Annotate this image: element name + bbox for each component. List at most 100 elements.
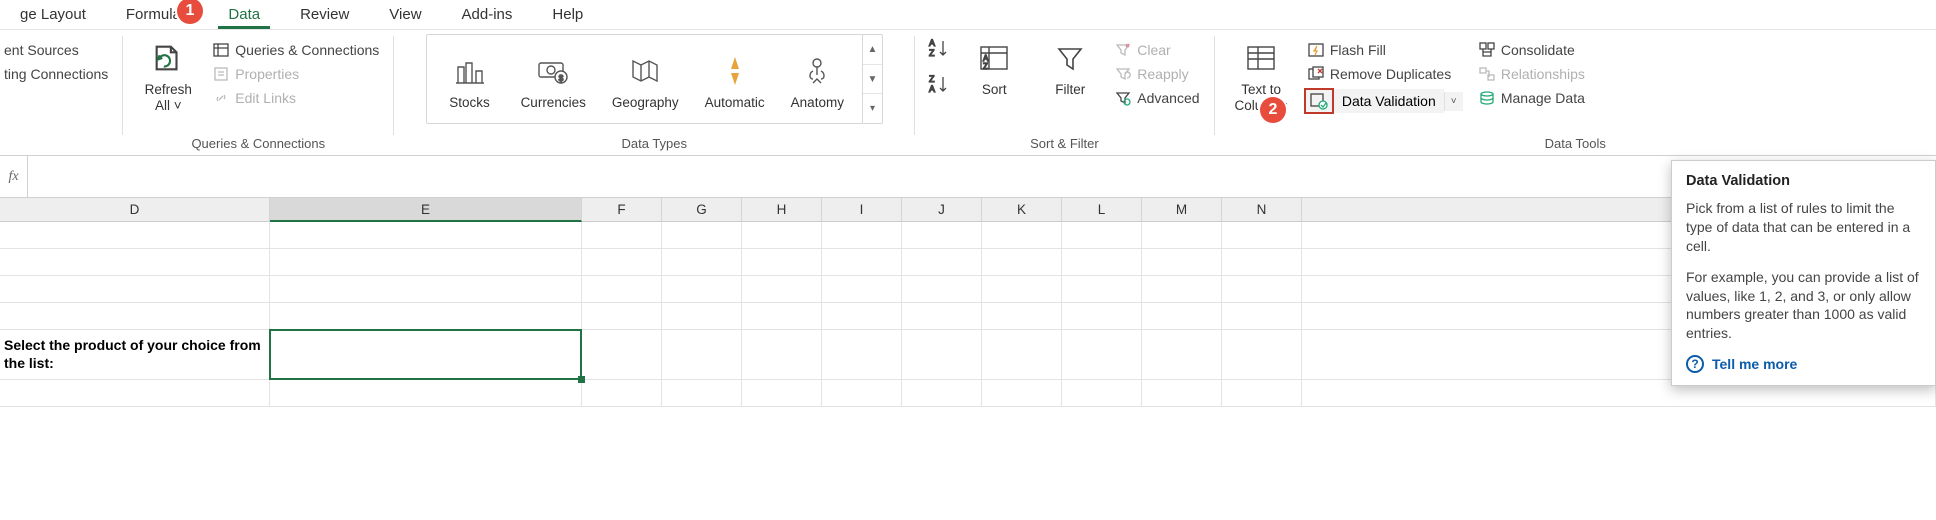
cell-K6[interactable] xyxy=(982,380,1062,407)
cell-K1[interactable] xyxy=(982,222,1062,249)
tab-help[interactable]: Help xyxy=(532,1,603,28)
sort-desc-button[interactable]: ZA xyxy=(925,70,953,98)
cell-G4[interactable] xyxy=(662,303,742,330)
column-header-N[interactable]: N xyxy=(1222,198,1302,222)
sort-button[interactable]: AZ Sort xyxy=(959,34,1029,98)
cell-N5[interactable] xyxy=(1222,330,1302,380)
cell-G5[interactable] xyxy=(662,330,742,380)
advanced-filter-button[interactable]: Advanced xyxy=(1111,88,1203,108)
fill-handle[interactable] xyxy=(578,376,585,383)
cell-E3[interactable] xyxy=(270,276,582,303)
cell-G3[interactable] xyxy=(662,276,742,303)
cell-D4[interactable] xyxy=(0,303,270,330)
data-validation-button[interactable]: Data Validation xyxy=(1334,89,1444,113)
cell-J1[interactable] xyxy=(902,222,982,249)
cell-L4[interactable] xyxy=(1062,303,1142,330)
cell-I1[interactable] xyxy=(822,222,902,249)
column-header-I[interactable]: I xyxy=(822,198,902,222)
gallery-scroll-down[interactable]: ▼ xyxy=(863,65,882,95)
cell-D5[interactable]: Select the product of your choice from t… xyxy=(0,330,270,380)
cell-M3[interactable] xyxy=(1142,276,1222,303)
cell-F6[interactable] xyxy=(582,380,662,407)
cell-F2[interactable] xyxy=(582,249,662,276)
filter-button[interactable]: Filter xyxy=(1035,34,1105,98)
cell-E4[interactable] xyxy=(270,303,582,330)
cell-J2[interactable] xyxy=(902,249,982,276)
cell-H4[interactable] xyxy=(742,303,822,330)
recent-sources-button[interactable]: ent Sources xyxy=(0,40,112,60)
datatype-geography[interactable]: Geography xyxy=(602,47,689,111)
cell-J3[interactable] xyxy=(902,276,982,303)
cell-K3[interactable] xyxy=(982,276,1062,303)
tab-addins[interactable]: Add-ins xyxy=(442,1,533,28)
cell-E2[interactable] xyxy=(270,249,582,276)
tab-data[interactable]: Data xyxy=(208,1,280,28)
cell-H5[interactable] xyxy=(742,330,822,380)
cell-M6[interactable] xyxy=(1142,380,1222,407)
formula-input[interactable] xyxy=(28,156,1936,197)
cell-L1[interactable] xyxy=(1062,222,1142,249)
cell-J4[interactable] xyxy=(902,303,982,330)
cell-M2[interactable] xyxy=(1142,249,1222,276)
cell-I4[interactable] xyxy=(822,303,902,330)
cell-F3[interactable] xyxy=(582,276,662,303)
cell-E6[interactable] xyxy=(270,380,582,407)
gallery-expand[interactable]: ▾ xyxy=(863,94,882,123)
cell-N3[interactable] xyxy=(1222,276,1302,303)
data-validation-dropdown[interactable]: ˅ xyxy=(1444,92,1463,111)
tell-me-more-link[interactable]: ? Tell me more xyxy=(1686,355,1921,373)
refresh-all-button[interactable]: Refresh All ˅ xyxy=(133,34,203,113)
cell-M5[interactable] xyxy=(1142,330,1222,380)
cell-F5[interactable] xyxy=(582,330,662,380)
cell-I3[interactable] xyxy=(822,276,902,303)
datatype-automatic[interactable]: Automatic xyxy=(695,47,775,111)
gallery-scroll-up[interactable]: ▲ xyxy=(863,35,882,65)
text-to-columns-button[interactable]: Text to Columns xyxy=(1225,34,1298,113)
cell-K2[interactable] xyxy=(982,249,1062,276)
cell-D3[interactable] xyxy=(0,276,270,303)
cell-N6[interactable] xyxy=(1222,380,1302,407)
data-validation-icon-button[interactable] xyxy=(1304,88,1334,114)
column-header-H[interactable]: H xyxy=(742,198,822,222)
column-header-K[interactable]: K xyxy=(982,198,1062,222)
cell-L3[interactable] xyxy=(1062,276,1142,303)
column-header-J[interactable]: J xyxy=(902,198,982,222)
cell-H3[interactable] xyxy=(742,276,822,303)
cell-D2[interactable] xyxy=(0,249,270,276)
cell-M1[interactable] xyxy=(1142,222,1222,249)
cell-J5[interactable] xyxy=(902,330,982,380)
consolidate-button[interactable]: Consolidate xyxy=(1475,40,1589,60)
cell-D6[interactable] xyxy=(0,380,270,407)
column-header-F[interactable]: F xyxy=(582,198,662,222)
cell-K5[interactable] xyxy=(982,330,1062,380)
cell-F1[interactable] xyxy=(582,222,662,249)
manage-data-button[interactable]: Manage Data xyxy=(1475,88,1589,108)
column-header-E[interactable]: E xyxy=(270,198,582,222)
column-header-L[interactable]: L xyxy=(1062,198,1142,222)
column-header-M[interactable]: M xyxy=(1142,198,1222,222)
cell-H2[interactable] xyxy=(742,249,822,276)
sort-asc-button[interactable]: AZ xyxy=(925,34,953,62)
datatype-stocks[interactable]: Stocks xyxy=(435,47,505,111)
cell-L5[interactable] xyxy=(1062,330,1142,380)
fx-icon[interactable]: fx xyxy=(0,156,28,197)
flash-fill-button[interactable]: Flash Fill xyxy=(1304,40,1469,60)
cell-H6[interactable] xyxy=(742,380,822,407)
cell-E1[interactable] xyxy=(270,222,582,249)
datatype-anatomy[interactable]: Anatomy xyxy=(781,47,854,111)
cell-N1[interactable] xyxy=(1222,222,1302,249)
cell-G2[interactable] xyxy=(662,249,742,276)
cell-N4[interactable] xyxy=(1222,303,1302,330)
tab-page-layout[interactable]: ge Layout xyxy=(0,1,106,28)
remove-duplicates-button[interactable]: Remove Duplicates xyxy=(1304,64,1469,84)
tab-review[interactable]: Review xyxy=(280,1,369,28)
existing-connections-button[interactable]: ting Connections xyxy=(0,64,112,84)
cell-L6[interactable] xyxy=(1062,380,1142,407)
cell-F4[interactable] xyxy=(582,303,662,330)
cell-I2[interactable] xyxy=(822,249,902,276)
cell-I5[interactable] xyxy=(822,330,902,380)
column-header-G[interactable]: G xyxy=(662,198,742,222)
cell-D1[interactable] xyxy=(0,222,270,249)
cell-L2[interactable] xyxy=(1062,249,1142,276)
datatype-currencies[interactable]: $ Currencies xyxy=(511,47,596,111)
